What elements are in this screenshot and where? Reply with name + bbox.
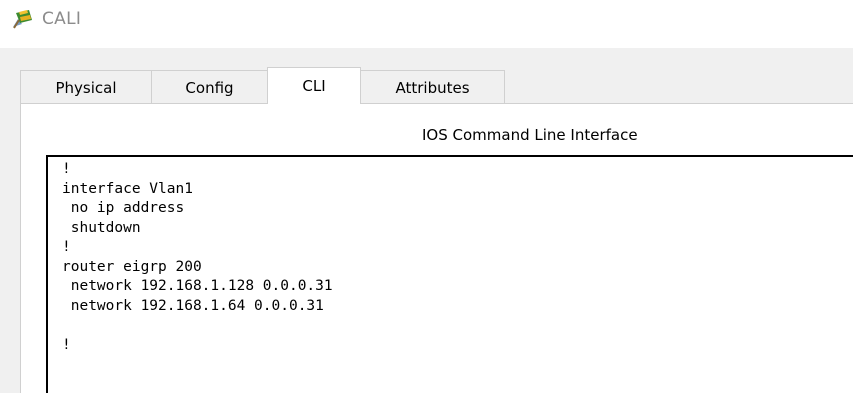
tab-config[interactable]: Config [151, 70, 268, 104]
cli-line [62, 316, 853, 336]
cli-line: network 192.168.1.128 0.0.0.31 [62, 278, 333, 294]
tab-strip: Physical Config CLI Attributes [20, 67, 505, 104]
cli-heading: IOS Command Line Interface [422, 126, 638, 144]
tab-attributes[interactable]: Attributes [360, 70, 505, 104]
cli-line: network 192.168.1.64 0.0.0.31 [62, 297, 324, 314]
tab-cli[interactable]: CLI [267, 67, 361, 104]
cli-line: interface Vlan1 [62, 180, 193, 197]
cli-line: no ip address [62, 200, 185, 216]
window-title: CALI [42, 9, 82, 29]
tab-physical[interactable]: Physical [20, 70, 152, 104]
cli-terminal[interactable]: ! interface Vlan1 no ip address shutdown… [46, 155, 853, 393]
cli-line: shutdown [62, 219, 141, 236]
cli-line: ! [62, 161, 71, 177]
cli-line: ! [62, 336, 71, 353]
router-device-icon [13, 10, 32, 29]
cli-line: ! [62, 239, 71, 255]
window-titlebar: CALI [0, 0, 853, 48]
cli-line: router eigrp 200 [62, 258, 202, 275]
